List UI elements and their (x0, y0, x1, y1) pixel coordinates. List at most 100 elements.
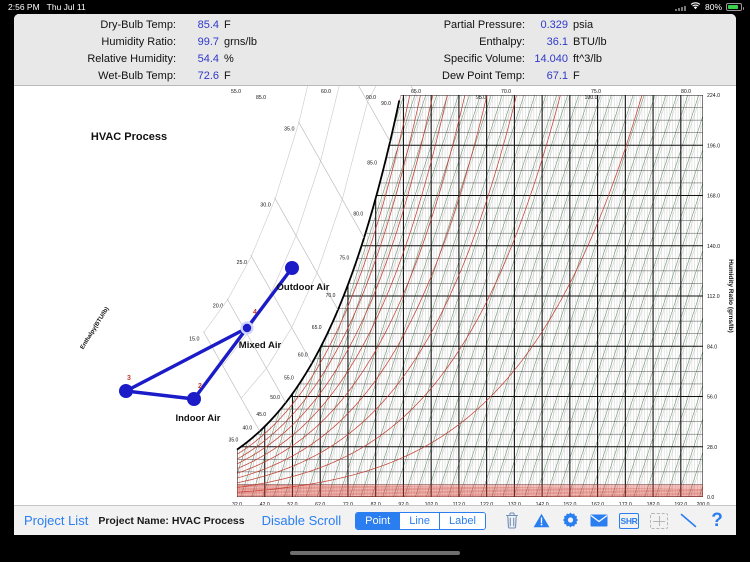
home-indicator (290, 551, 460, 555)
readout-label: Dew Point Temp: (385, 70, 525, 82)
trash-icon[interactable] (503, 512, 521, 530)
x-tick-label: 122.0 (480, 502, 493, 505)
status-bar-left: 2:56 PM Thu Jul 11 (8, 2, 86, 12)
y-tick-label: 28.0 (707, 445, 717, 451)
readout-label: Enthalpy: (385, 36, 525, 48)
readout-value: 67.1 (525, 70, 573, 82)
warning-icon[interactable] (532, 512, 550, 530)
x-tick-label: 172.0 (619, 502, 632, 505)
wet-bulb-tick-label: 90.0 (381, 101, 391, 107)
readout-unit: grns/lb (224, 36, 257, 48)
y-tick-label: 84.0 (707, 344, 717, 350)
readout-label: Relative Humidity: (36, 53, 176, 65)
y-tick-label: 224.0 (707, 93, 720, 99)
wet-bulb-tick-label: 75.0 (340, 256, 350, 262)
wet-bulb-tick-label: 55.0 (284, 376, 294, 382)
psychrometric-readout-panel: Dry-Bulb Temp: 85.4 F Humidity Ratio: 99… (14, 14, 736, 86)
disable-scroll-button[interactable]: Disable Scroll (262, 513, 341, 528)
x-tick-label: 102.0 (425, 502, 438, 505)
y-tick-label: 140.0 (707, 244, 720, 250)
readout-label: Partial Pressure: (385, 19, 525, 31)
readout-unit: psia (573, 19, 593, 31)
x-tick-label: 162.0 (591, 502, 604, 505)
status-bar-right: 80% (675, 2, 742, 12)
line-tool-icon[interactable] (679, 512, 697, 530)
readout-column-left: Dry-Bulb Temp: 85.4 F Humidity Ratio: 99… (14, 19, 375, 85)
x-tick-label: 182.0 (647, 502, 660, 505)
readout-row-enthalpy: Enthalpy: 36.1 BTU/lb (385, 36, 736, 51)
readout-row-dew-point-temp: Dew Point Temp: 67.1 F (385, 70, 736, 85)
x-tick-label: 52.0 (287, 502, 297, 505)
readout-value: 14.040 (525, 53, 573, 65)
app-window: Dry-Bulb Temp: 85.4 F Humidity Ratio: 99… (14, 14, 736, 535)
process-point[interactable] (119, 384, 133, 398)
x-tick-label: 152.0 (563, 502, 576, 505)
enthalpy-tick-label: 15.0 (189, 336, 200, 342)
y-tick-label: 196.0 (707, 143, 720, 149)
readout-value: 0.329 (525, 19, 573, 31)
process-point[interactable] (187, 392, 201, 406)
gear-icon[interactable] (561, 512, 579, 530)
shr-icon[interactable]: SHR (619, 513, 639, 529)
project-list-button[interactable]: Project List (24, 513, 88, 528)
process-point[interactable] (285, 261, 299, 275)
x-tick-label: 42.0 (260, 502, 270, 505)
bottom-toolbar: Project List Project Name: HVAC Process … (14, 505, 736, 535)
x-tick-label: 142.0 (536, 502, 549, 505)
toolbar-icon-group: SHR ? (503, 512, 726, 530)
readout-row-wet-bulb-temp: Wet-Bulb Temp: 72.6 F (36, 70, 375, 85)
process-point[interactable] (242, 323, 253, 334)
wet-bulb-tick-label: 40.0 (242, 426, 252, 432)
enthalpy-tick-label: 20.0 (213, 304, 224, 310)
battery-percent: 80% (705, 2, 722, 12)
x-tick-label: 92.0 (398, 502, 408, 505)
y-tick-label: 56.0 (707, 395, 717, 401)
readout-value: 54.4 (176, 53, 224, 65)
readout-unit: F (224, 70, 231, 82)
chart-canvas[interactable]: 15.020.025.030.035.040.045.035.040.045.0… (14, 86, 736, 505)
wet-bulb-tick-label: 80.0 (353, 212, 363, 218)
x-tick-label: 192.0 (674, 502, 687, 505)
segment-point[interactable]: Point (356, 513, 400, 529)
enthalpy-tick-label: 30.0 (260, 203, 271, 209)
wet-bulb-tick-label: 70.0 (326, 293, 336, 299)
readout-unit: % (224, 53, 234, 65)
process-line[interactable] (247, 268, 292, 328)
readout-value: 99.7 (176, 36, 224, 48)
battery-icon (726, 3, 742, 11)
x-tick-label: 72.0 (343, 502, 353, 505)
x-tick-label: 112.0 (453, 502, 466, 505)
readout-row-specific-volume: Specific Volume: 14.040 ft^3/lb (385, 53, 736, 68)
envelope-icon[interactable] (590, 512, 608, 530)
x-tick-label: 32.0 (232, 502, 242, 505)
readout-unit: BTU/lb (573, 36, 607, 48)
readout-label: Humidity Ratio: (36, 36, 176, 48)
readout-unit: F (224, 19, 231, 31)
enthalpy-top-label: 80.0 (681, 89, 691, 95)
psychrometric-chart[interactable]: 15.020.025.030.035.040.045.035.040.045.0… (14, 86, 736, 505)
segment-line[interactable]: Line (400, 513, 440, 529)
segment-label[interactable]: Label (440, 513, 485, 529)
segment-number: 2 (198, 383, 202, 390)
chart-grid-region (55, 86, 736, 499)
wet-bulb-top-label: 95.0 (476, 95, 486, 101)
enthalpy-top-label: 70.0 (501, 89, 511, 95)
wet-bulb-tick-label: 35.0 (229, 437, 239, 443)
selection-icon[interactable] (650, 513, 668, 529)
x-tick-label: 82.0 (371, 502, 381, 505)
process-line[interactable] (126, 328, 247, 391)
point-label-mixed-air: Mixed Air (239, 340, 282, 351)
readout-row-relative-humidity: Relative Humidity: 54.4 % (36, 53, 375, 68)
wet-bulb-tick-label: 65.0 (312, 325, 322, 331)
wet-bulb-tick-label: 45.0 (256, 412, 266, 418)
readout-row-partial-pressure: Partial Pressure: 0.329 psia (385, 19, 736, 34)
enthalpy-tick-label: 35.0 (284, 126, 295, 132)
enthalpy-top-label: 65.0 (411, 89, 421, 95)
readout-column-right: Partial Pressure: 0.329 psia Enthalpy: 3… (375, 19, 736, 85)
y-tick-label: 0.0 (707, 495, 714, 501)
help-icon[interactable]: ? (708, 512, 726, 530)
enthalpy-top-label: 55.0 (231, 89, 241, 95)
process-line[interactable] (126, 391, 194, 399)
ipad-screen: 2:56 PM Thu Jul 11 80% Dry-Bulb Temp: (0, 0, 750, 562)
mode-segmented-control[interactable]: Point Line Label (355, 512, 486, 530)
